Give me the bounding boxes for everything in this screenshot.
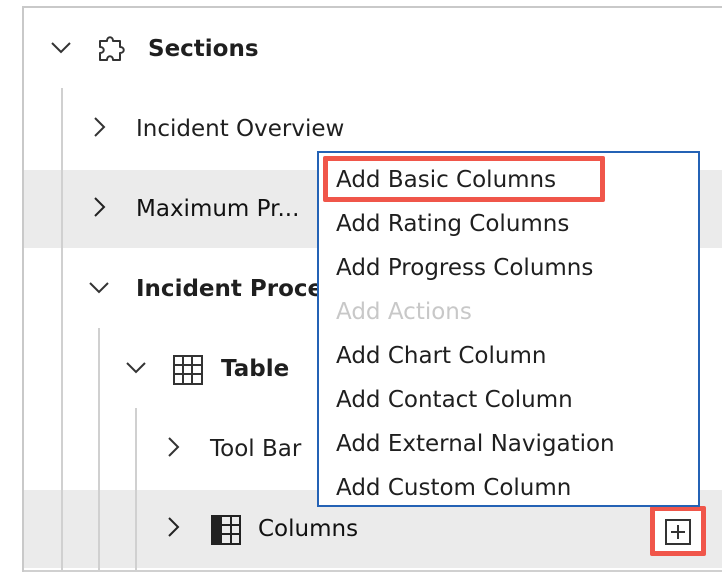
add-column-button[interactable] [650, 506, 706, 556]
tree-node-sections[interactable]: Sections [24, 10, 722, 88]
tree-node-label: Table [221, 356, 290, 382]
tree-node-label: Incident Overview [136, 116, 345, 142]
add-column-menu: Add Basic Columns Add Rating Columns Add… [317, 151, 700, 507]
plus-square-icon [665, 519, 691, 545]
chevron-right-icon[interactable] [88, 196, 110, 218]
menu-item-add-external-navigation[interactable]: Add External Navigation [319, 422, 698, 466]
chevron-down-icon[interactable] [50, 36, 72, 58]
tree-guide-line [61, 490, 63, 570]
columns-icon [210, 514, 242, 546]
puzzle-icon [96, 32, 128, 64]
tree-node-label: Sections [148, 36, 259, 62]
chevron-right-icon[interactable] [88, 116, 110, 138]
menu-item-add-chart-column[interactable]: Add Chart Column [319, 334, 698, 378]
menu-item-add-contact-column[interactable]: Add Contact Column [319, 378, 698, 422]
menu-item-add-progress-columns[interactable]: Add Progress Columns [319, 246, 698, 290]
tree-guide-line [135, 490, 137, 570]
menu-item-add-basic-columns[interactable]: Add Basic Columns [319, 156, 698, 202]
chevron-right-icon[interactable] [162, 436, 184, 458]
tree-node-label: Incident Proce [136, 276, 324, 302]
menu-item-add-custom-column[interactable]: Add Custom Column [319, 466, 698, 510]
tree-node-label: Maximum Pr... [136, 196, 300, 222]
chevron-down-icon[interactable] [88, 276, 110, 298]
chevron-down-icon[interactable] [125, 356, 147, 378]
tree-guide-line [98, 490, 100, 570]
tree-node-label: Tool Bar [210, 436, 302, 462]
tree-panel: Sections Incident Overview Maximum Pr...… [22, 6, 722, 572]
menu-item-add-actions: Add Actions [336, 299, 472, 325]
tree-guide-line [61, 170, 63, 248]
menu-item-add-rating-columns[interactable]: Add Rating Columns [319, 202, 698, 246]
table-grid-icon [172, 354, 204, 386]
chevron-right-icon[interactable] [162, 516, 184, 538]
